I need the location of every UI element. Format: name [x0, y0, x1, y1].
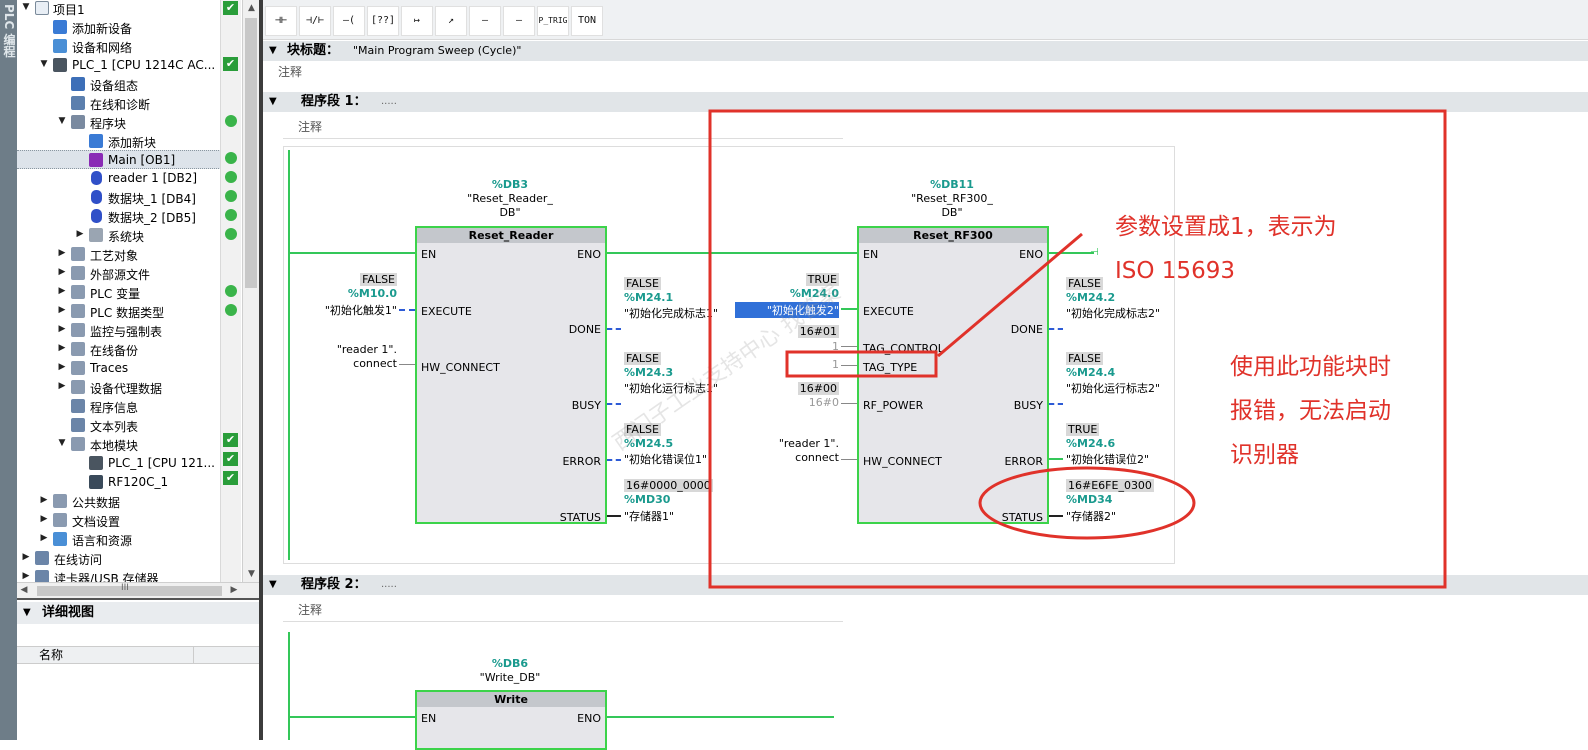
- status-highlight: [978, 466, 1196, 540]
- tag-type-highlight: [785, 350, 938, 378]
- annotation-pointer: [937, 232, 1083, 358]
- annotation-text-line: 报错，无法启动: [1230, 398, 1391, 424]
- annotation-text-line: ISO 15693: [1115, 258, 1235, 284]
- annotation-text-line: 识别器: [1230, 442, 1299, 468]
- annotation-text-line: 使用此功能块时: [1230, 354, 1391, 380]
- annotation-text-line: 参数设置成1，表示为: [1115, 214, 1337, 240]
